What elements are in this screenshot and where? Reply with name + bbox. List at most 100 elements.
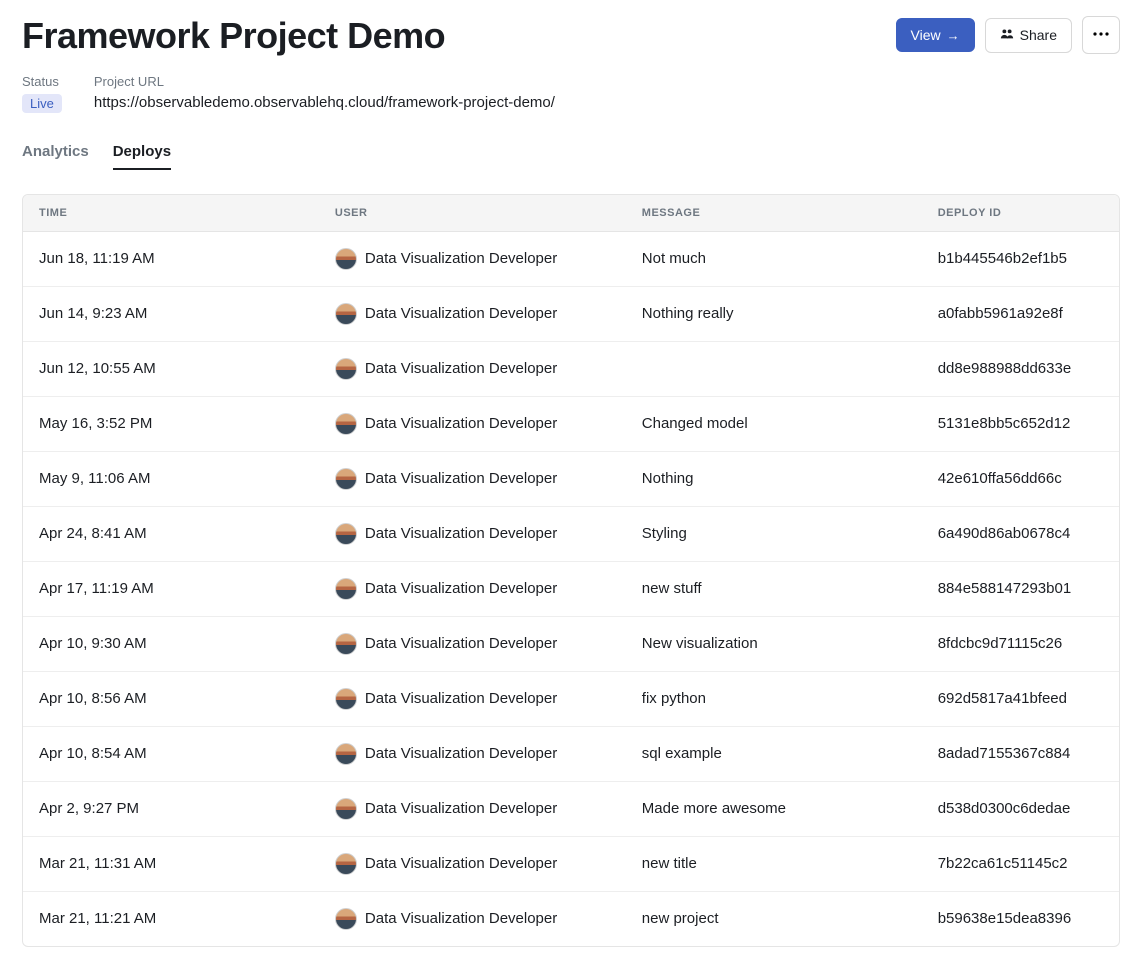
cell-message: fix python bbox=[626, 671, 922, 726]
cell-time: May 16, 3:52 PM bbox=[23, 396, 319, 451]
user-name: Data Visualization Developer bbox=[365, 525, 557, 542]
cell-message: sql example bbox=[626, 726, 922, 781]
avatar bbox=[335, 908, 357, 930]
user-name: Data Visualization Developer bbox=[365, 415, 557, 432]
cell-message: Made more awesome bbox=[626, 781, 922, 836]
cell-user: Data Visualization Developer bbox=[319, 341, 626, 396]
user-name: Data Visualization Developer bbox=[365, 635, 557, 652]
avatar bbox=[335, 633, 357, 655]
cell-deploy-id: 6a490d86ab0678c4 bbox=[922, 506, 1119, 561]
user-name: Data Visualization Developer bbox=[365, 470, 557, 487]
table-row[interactable]: Jun 18, 11:19 AM Data Visualization Devel… bbox=[23, 231, 1119, 286]
cell-deploy-id: a0fabb5961a92e8f bbox=[922, 286, 1119, 341]
view-button[interactable]: View → bbox=[896, 18, 975, 52]
col-header-deploy-id: DEPLOY ID bbox=[922, 195, 1119, 232]
cell-user: Data Visualization Developer bbox=[319, 396, 626, 451]
cell-message: Styling bbox=[626, 506, 922, 561]
cell-deploy-id: b1b445546b2ef1b5 bbox=[922, 231, 1119, 286]
cell-user: Data Visualization Developer bbox=[319, 726, 626, 781]
more-options-button[interactable] bbox=[1082, 16, 1120, 54]
avatar bbox=[335, 523, 357, 545]
table-row[interactable]: Apr 10, 8:56 AMData Visualization Develo… bbox=[23, 671, 1119, 726]
col-header-user: USER bbox=[319, 195, 626, 232]
cell-user: Data Visualization Developer bbox=[319, 231, 626, 286]
cell-message: New visualization bbox=[626, 616, 922, 671]
user-name: Data Visualization Developer bbox=[365, 360, 557, 377]
ellipsis-icon bbox=[1092, 25, 1110, 46]
table-row[interactable]: Apr 10, 9:30 AMData Visualization Develo… bbox=[23, 616, 1119, 671]
user-name: Data Visualization Developer bbox=[365, 800, 557, 817]
avatar bbox=[335, 413, 357, 435]
view-button-label: View bbox=[911, 27, 941, 43]
user-name: Data Visualization Developer bbox=[365, 855, 557, 872]
table-row[interactable]: Mar 21, 11:31 AMData Visualization Devel… bbox=[23, 836, 1119, 891]
avatar bbox=[335, 358, 357, 380]
cell-user: Data Visualization Developer bbox=[319, 616, 626, 671]
avatar bbox=[335, 578, 357, 600]
table-row[interactable]: Apr 17, 11:19 AMData Visualization Devel… bbox=[23, 561, 1119, 616]
cell-deploy-id: 692d5817a41bfeed bbox=[922, 671, 1119, 726]
cell-user: Data Visualization Developer bbox=[319, 836, 626, 891]
cell-time: Jun 14, 9:23 AM bbox=[23, 286, 319, 341]
col-header-time: TIME bbox=[23, 195, 319, 232]
cell-deploy-id: dd8e988988dd633e bbox=[922, 341, 1119, 396]
cell-deploy-id: 8adad7155367c884 bbox=[922, 726, 1119, 781]
cell-time: Jun 12, 10:55 AM bbox=[23, 341, 319, 396]
url-label: Project URL bbox=[94, 74, 555, 89]
cell-deploy-id: 8fdcbc9d71115c26 bbox=[922, 616, 1119, 671]
cell-user: Data Visualization Developer bbox=[319, 561, 626, 616]
cell-deploy-id: b59638e15dea8396 bbox=[922, 891, 1119, 946]
cell-message: Nothing bbox=[626, 451, 922, 506]
status-badge: Live bbox=[22, 94, 62, 113]
avatar bbox=[335, 743, 357, 765]
cell-message: Not much bbox=[626, 231, 922, 286]
table-row[interactable]: Jun 14, 9:23 AM Data Visualization Develo… bbox=[23, 286, 1119, 341]
table-row[interactable]: Apr 10, 8:54 AM Data Visualization Develo… bbox=[23, 726, 1119, 781]
cell-message: Changed model bbox=[626, 396, 922, 451]
cell-time: Apr 10, 8:54 AM bbox=[23, 726, 319, 781]
cell-user: Data Visualization Developer bbox=[319, 671, 626, 726]
table-row[interactable]: May 9, 11:06 AM Data Visualization Develo… bbox=[23, 451, 1119, 506]
cell-user: Data Visualization Developer bbox=[319, 891, 626, 946]
table-row[interactable]: May 16, 3:52 PM Data Visualization Develo… bbox=[23, 396, 1119, 451]
avatar bbox=[335, 468, 357, 490]
avatar bbox=[335, 248, 357, 270]
cell-time: Apr 2, 9:27 PM bbox=[23, 781, 319, 836]
cell-deploy-id: 7b22ca61c51145c2 bbox=[922, 836, 1119, 891]
cell-time: Jun 18, 11:19 AM bbox=[23, 231, 319, 286]
cell-message: new stuff bbox=[626, 561, 922, 616]
cell-deploy-id: 884e588147293b01 bbox=[922, 561, 1119, 616]
arrow-right-icon: → bbox=[947, 28, 960, 43]
people-icon bbox=[1000, 27, 1014, 44]
cell-user: Data Visualization Developer bbox=[319, 506, 626, 561]
cell-user: Data Visualization Developer bbox=[319, 286, 626, 341]
tab-deploys[interactable]: Deploys bbox=[113, 143, 171, 170]
tab-analytics[interactable]: Analytics bbox=[22, 143, 89, 170]
user-name: Data Visualization Developer bbox=[365, 250, 557, 267]
avatar bbox=[335, 303, 357, 325]
cell-time: Apr 24, 8:41 AM bbox=[23, 506, 319, 561]
table-row[interactable]: Apr 24, 8:41 AM Data Visualization Develo… bbox=[23, 506, 1119, 561]
cell-message: Nothing really bbox=[626, 286, 922, 341]
cell-deploy-id: 5131e8bb5c652d12 bbox=[922, 396, 1119, 451]
avatar bbox=[335, 853, 357, 875]
tabs: Analytics Deploys bbox=[22, 143, 1120, 170]
user-name: Data Visualization Developer bbox=[365, 305, 557, 322]
avatar bbox=[335, 798, 357, 820]
status-meta: Status Live bbox=[22, 74, 62, 113]
deploys-table-wrap: TIME USER MESSAGE DEPLOY ID Jun 18, 11:1… bbox=[22, 194, 1120, 947]
cell-message: new title bbox=[626, 836, 922, 891]
table-row[interactable]: Apr 2, 9:27 PM Data Visualization Develop… bbox=[23, 781, 1119, 836]
table-row[interactable]: Jun 12, 10:55 AM Data Visualization Devel… bbox=[23, 341, 1119, 396]
user-name: Data Visualization Developer bbox=[365, 745, 557, 762]
table-row[interactable]: Mar 21, 11:21 AMData Visualization Devel… bbox=[23, 891, 1119, 946]
cell-time: May 9, 11:06 AM bbox=[23, 451, 319, 506]
page-title: Framework Project Demo bbox=[22, 16, 445, 56]
avatar bbox=[335, 688, 357, 710]
user-name: Data Visualization Developer bbox=[365, 580, 557, 597]
cell-user: Data Visualization Developer bbox=[319, 451, 626, 506]
cell-time: Apr 10, 8:56 AM bbox=[23, 671, 319, 726]
cell-message bbox=[626, 341, 922, 396]
project-url[interactable]: https://observabledemo.observablehq.clou… bbox=[94, 94, 555, 111]
share-button[interactable]: Share bbox=[985, 18, 1072, 53]
